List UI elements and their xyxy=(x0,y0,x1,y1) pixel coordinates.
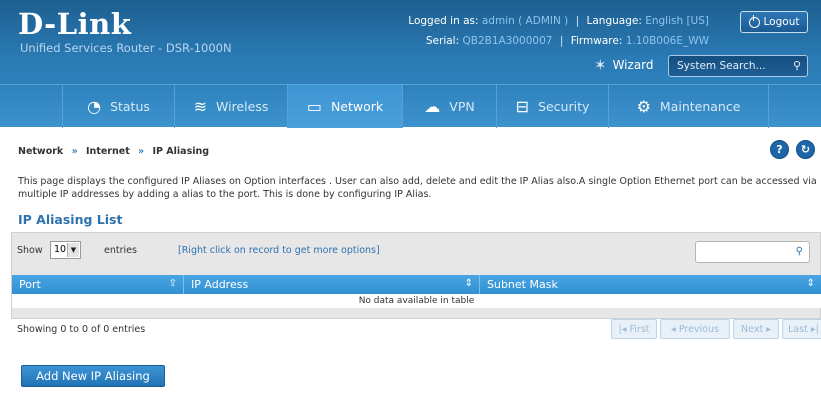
column-label: Subnet Mask xyxy=(487,278,558,291)
device-info: Serial: QB2B1A3000007 | Firmware: 1.10B0… xyxy=(426,35,709,47)
firmware-label: Firmware: xyxy=(570,35,623,47)
serial-value: QB2B1A3000007 xyxy=(462,35,553,47)
breadcrumb-separator: » xyxy=(71,146,78,157)
nav-item-security[interactable]: ⊟ Security xyxy=(497,84,609,128)
table-search-input[interactable]: ⚲ xyxy=(695,241,810,263)
firmware-value: 1.10B006E_WW xyxy=(625,35,709,47)
wizard-label: Wizard xyxy=(612,58,654,72)
magic-wand-icon: ✶ xyxy=(594,56,607,74)
wifi-icon: ≋ xyxy=(193,96,208,116)
logout-button[interactable]: Logout xyxy=(740,11,808,33)
divider: | xyxy=(575,15,580,27)
language-value[interactable]: English [US] xyxy=(645,15,709,27)
show-label: Show xyxy=(17,245,43,256)
chevron-down-icon: ▼ xyxy=(67,243,79,257)
product-name: Unified Services Router - DSR-1000N xyxy=(20,41,232,55)
dashboard-icon: ◔ xyxy=(87,96,102,116)
table-header: Port ⇧ IP Address ⇕ Subnet Mask ⇕ xyxy=(12,275,821,294)
entries-label: entries xyxy=(104,245,137,256)
nav-item-network[interactable]: ▭ Network xyxy=(288,84,403,128)
header: D-Link Unified Services Router - DSR-100… xyxy=(0,0,821,128)
nav-label: Security xyxy=(538,98,590,114)
previous-icon: ◂ xyxy=(671,323,679,335)
page-description: This page displays the configured IP Ali… xyxy=(18,176,817,200)
sort-icon: ⇕ xyxy=(806,278,815,289)
column-label: Port xyxy=(19,278,41,291)
refresh-button[interactable]: ↻ xyxy=(796,140,815,159)
breadcrumb-separator: » xyxy=(138,146,145,157)
breadcrumb: Network » Internet » IP Aliasing xyxy=(18,146,209,157)
main-nav: ◔ Status ≋ Wireless ▭ Network ☁ VPN ⊟ Se… xyxy=(0,84,821,128)
wizard-link[interactable]: ✶ Wizard xyxy=(594,56,654,74)
cloud-lock-icon: ☁ xyxy=(424,96,441,116)
user-name: admin ( ADMIN ) xyxy=(481,15,569,27)
next-icon: ▸ xyxy=(763,323,771,335)
empty-table-message: No data available in table xyxy=(12,294,821,308)
logged-in-label: Logged in as: xyxy=(408,15,479,27)
section-title: IP Aliasing List xyxy=(18,212,123,227)
nav-label: Maintenance xyxy=(659,98,741,114)
footer-strip xyxy=(0,388,821,398)
sort-asc-icon: ⇧ xyxy=(168,278,177,289)
pager-last-button[interactable]: Last ▸| xyxy=(782,319,821,339)
divider: | xyxy=(559,35,564,47)
breadcrumb-ip-aliasing: IP Aliasing xyxy=(152,146,210,157)
search-icon[interactable]: ⚲ xyxy=(793,59,801,72)
language-label: Language: xyxy=(586,15,642,27)
pager-label: Next xyxy=(741,323,764,335)
pager-label: Previous xyxy=(678,323,719,335)
pager-next-button[interactable]: Next ▸ xyxy=(733,319,779,339)
nav-label: Wireless xyxy=(216,98,269,114)
pager-label: First xyxy=(629,323,650,335)
nav-label: VPN xyxy=(449,98,475,114)
pagination: |◂ First ◂ Previous Next ▸ Last ▸| xyxy=(611,319,821,339)
gears-icon: ⚙ xyxy=(636,96,651,116)
nav-item-maintenance[interactable]: ⚙ Maintenance xyxy=(609,84,769,128)
table-info: Showing 0 to 0 of 0 entries xyxy=(17,324,146,335)
pager-label: Last xyxy=(788,323,808,335)
first-icon: |◂ xyxy=(618,323,630,335)
logout-label: Logout xyxy=(763,16,800,28)
nav-item-vpn[interactable]: ☁ VPN xyxy=(403,84,497,128)
column-label: IP Address xyxy=(191,278,249,291)
sort-icon: ⇕ xyxy=(464,278,473,289)
last-icon: ▸| xyxy=(807,323,819,335)
nav-item-status[interactable]: ◔ Status xyxy=(63,84,175,128)
brand-logo: D-Link xyxy=(18,7,132,41)
breadcrumb-internet[interactable]: Internet xyxy=(86,146,130,157)
nav-label: Network xyxy=(330,98,384,114)
pager-previous-button[interactable]: ◂ Previous xyxy=(660,319,730,339)
breadcrumb-network[interactable]: Network xyxy=(18,146,63,157)
nav-item-wireless[interactable]: ≋ Wireless xyxy=(175,84,288,128)
power-icon xyxy=(748,14,760,28)
lock-icon: ⊟ xyxy=(515,96,530,116)
nav-spacer xyxy=(0,84,63,128)
nav-label: Status xyxy=(110,98,150,114)
pager-first-button[interactable]: |◂ First xyxy=(611,319,657,339)
system-search-placeholder: System Search... xyxy=(677,60,766,72)
app-window: D-Link Unified Services Router - DSR-100… xyxy=(0,0,821,398)
login-info: Logged in as: admin ( ADMIN ) | Language… xyxy=(408,15,709,27)
page-size-value: 10 xyxy=(54,244,67,255)
search-icon[interactable]: ⚲ xyxy=(796,246,803,257)
system-search-input[interactable]: System Search... ⚲ xyxy=(668,55,808,77)
column-header-port[interactable]: Port ⇧ xyxy=(12,275,184,294)
monitor-icon: ▭ xyxy=(306,96,322,116)
help-button[interactable]: ? xyxy=(770,140,789,159)
page-size-select[interactable]: 10 ▼ xyxy=(50,241,81,259)
add-ip-aliasing-button[interactable]: Add New IP Aliasing xyxy=(21,365,165,387)
column-header-subnet-mask[interactable]: Subnet Mask ⇕ xyxy=(480,275,821,294)
column-header-ip-address[interactable]: IP Address ⇕ xyxy=(184,275,480,294)
serial-label: Serial: xyxy=(425,35,460,47)
context-menu-hint: [Right click on record to get more optio… xyxy=(178,245,380,256)
